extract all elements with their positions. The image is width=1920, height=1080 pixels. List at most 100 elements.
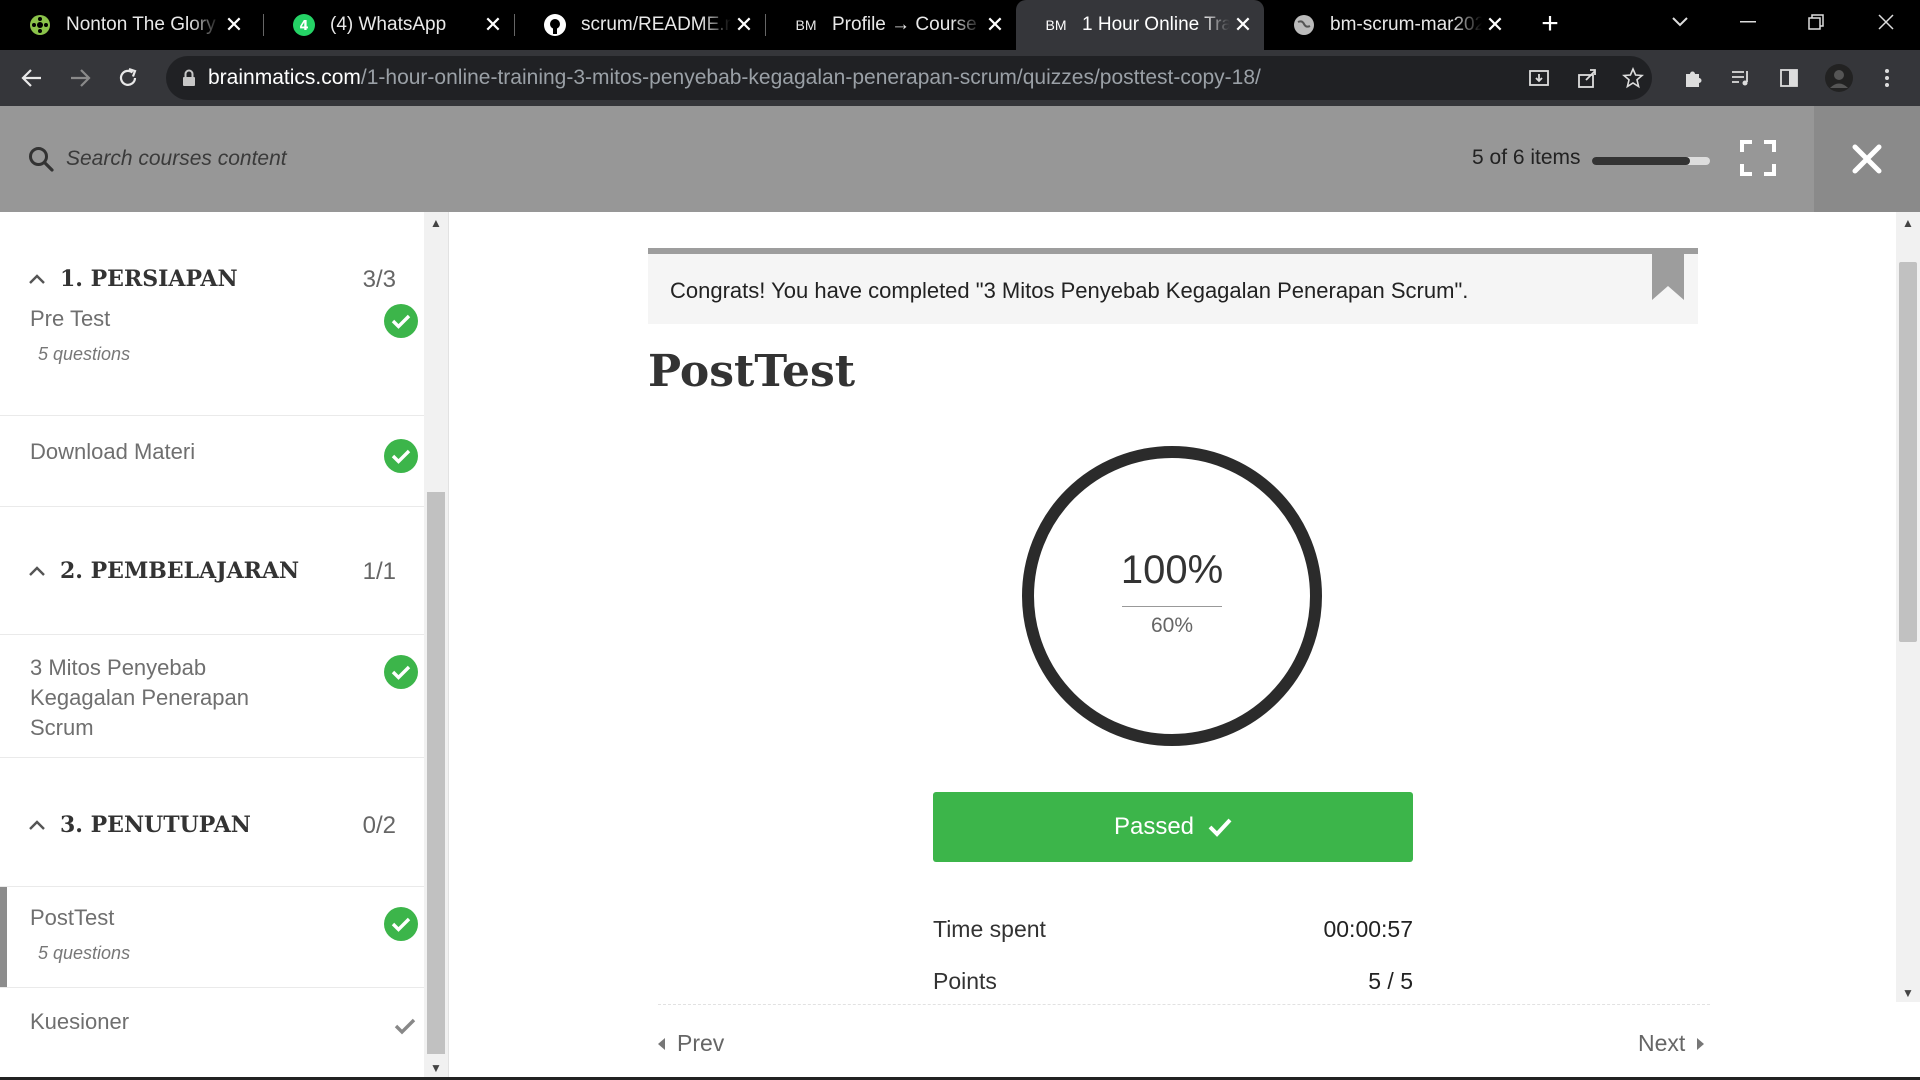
scroll-up-arrow[interactable]: ▲ bbox=[424, 216, 448, 230]
svg-text:4: 4 bbox=[299, 19, 308, 34]
congrats-message: Congrats! You have completed "3 Mitos Pe… bbox=[670, 278, 1469, 303]
stat-value: 5 / 5 bbox=[1368, 968, 1413, 994]
sidebar-scrollbar[interactable]: ▲ ▼ bbox=[424, 212, 448, 1077]
tab-title: Profile → Course - Brainmatics bbox=[832, 14, 982, 35]
bookmark-icon[interactable] bbox=[1652, 254, 1684, 305]
close-icon[interactable]: ✕ bbox=[982, 12, 1008, 38]
viewed-check-icon bbox=[394, 1017, 416, 1040]
window-close-button[interactable] bbox=[1856, 0, 1916, 44]
new-tab-button[interactable]: + bbox=[1534, 8, 1566, 42]
tab-title: Nonton The Glory Season 1 bbox=[66, 14, 221, 35]
lesson-item[interactable]: 3 Mitos Penyebab Kegagalan Penerapan Scr… bbox=[0, 634, 424, 758]
close-icon[interactable]: ✕ bbox=[731, 12, 757, 38]
lesson-item[interactable]: Kuesioner bbox=[0, 989, 424, 1077]
stat-points: Points 5 / 5 bbox=[933, 968, 1413, 1002]
completed-check-icon bbox=[384, 439, 418, 473]
browser-menu-icon[interactable] bbox=[1870, 61, 1904, 95]
bm-icon: BM bbox=[795, 17, 817, 33]
chevron-up-icon bbox=[28, 564, 46, 582]
lesson-item[interactable]: Pre Test 5 questions bbox=[0, 304, 424, 416]
browser-tab[interactable]: bm-scrum-mar2023 ✕ bbox=[1264, 0, 1516, 50]
stat-time-spent: Time spent 00:00:57 bbox=[933, 916, 1413, 950]
score-divider bbox=[1122, 606, 1222, 607]
lesson-title: Pre Test bbox=[30, 306, 111, 331]
close-icon[interactable]: ✕ bbox=[480, 12, 506, 38]
content-scrollbar[interactable]: ▲ ▼ bbox=[1896, 212, 1920, 1002]
browser-tab[interactable]: BM Profile → Course - Brainmatics ✕ bbox=[766, 0, 1016, 50]
footer-divider bbox=[658, 1004, 1710, 1005]
completed-check-icon bbox=[384, 304, 418, 338]
scroll-up-arrow[interactable]: ▲ bbox=[1896, 216, 1920, 230]
restore-button[interactable] bbox=[1786, 0, 1846, 44]
media-control-icon[interactable] bbox=[1724, 61, 1758, 95]
scrollbar-thumb[interactable] bbox=[427, 492, 445, 1054]
lesson-item[interactable]: Download Materi bbox=[0, 417, 424, 507]
caret-right-icon bbox=[1697, 1037, 1705, 1050]
minimize-button[interactable] bbox=[1718, 0, 1778, 44]
forward-button[interactable] bbox=[62, 60, 98, 96]
lesson-title: 3 Mitos Penyebab Kegagalan Penerapan Scr… bbox=[30, 655, 249, 740]
next-label: Next bbox=[1638, 1030, 1686, 1056]
passed-status-button: Passed bbox=[933, 792, 1413, 862]
url-path: /1-hour-online-training-3-mitos-penyebab… bbox=[360, 66, 1261, 89]
stat-value: 00:00:57 bbox=[1323, 916, 1413, 942]
extensions-icon[interactable] bbox=[1676, 61, 1710, 95]
scroll-down-arrow[interactable]: ▼ bbox=[424, 1061, 448, 1075]
bookmark-star-icon[interactable] bbox=[1616, 61, 1650, 95]
passing-grade: 60% bbox=[1150, 614, 1194, 637]
lock-icon bbox=[182, 69, 196, 87]
caret-left-icon bbox=[658, 1037, 665, 1050]
checkmark-icon bbox=[1208, 817, 1232, 837]
section-count: 1/1 bbox=[362, 558, 396, 585]
browser-tab-strip: Nonton The Glory Season 1 ✕ 4 (4) WhatsA… bbox=[0, 0, 1920, 50]
close-icon[interactable]: ✕ bbox=[1482, 12, 1508, 38]
score-percent: 100% bbox=[1120, 548, 1224, 592]
browser-tab[interactable]: scrum/README.md ✕ bbox=[515, 0, 765, 50]
search-input[interactable] bbox=[66, 140, 566, 178]
fullscreen-button[interactable] bbox=[1740, 140, 1784, 184]
section-title: 1. PERSIAPAN bbox=[60, 266, 238, 292]
section-title: 3. PENUTUPAN bbox=[60, 812, 251, 838]
prev-button[interactable]: Prev bbox=[658, 1030, 724, 1057]
close-icon[interactable]: ✕ bbox=[1230, 12, 1256, 38]
side-panel-icon[interactable] bbox=[1772, 61, 1806, 95]
chevron-up-icon bbox=[28, 818, 46, 836]
scroll-down-arrow[interactable]: ▼ bbox=[1896, 986, 1920, 1000]
scrollbar-thumb[interactable] bbox=[1899, 262, 1917, 642]
browser-tab-active[interactable]: BM 1 Hour Online Training ✕ bbox=[1016, 0, 1264, 50]
close-icon[interactable]: ✕ bbox=[221, 12, 247, 38]
search-icon bbox=[28, 146, 54, 177]
tab-search-icon[interactable] bbox=[1650, 0, 1710, 44]
result-label: Passed bbox=[1113, 813, 1195, 840]
lesson-item-current[interactable]: PostTest 5 questions bbox=[0, 886, 424, 988]
browser-tab[interactable]: 4 (4) WhatsApp ✕ bbox=[264, 0, 514, 50]
tab-title: scrum/README.md bbox=[581, 14, 731, 35]
section-count: 0/2 bbox=[362, 812, 396, 839]
tab-title: (4) WhatsApp bbox=[330, 14, 447, 35]
profile-avatar[interactable] bbox=[1822, 61, 1856, 95]
install-app-icon[interactable] bbox=[1522, 61, 1556, 95]
section-title: 2. PEMBELAJARAN bbox=[60, 558, 300, 584]
whatsapp-icon: 4 bbox=[292, 13, 316, 37]
section-header[interactable]: 2. PEMBELAJARAN 1/1 bbox=[0, 542, 424, 612]
share-icon[interactable] bbox=[1570, 61, 1604, 95]
section-count: 3/3 bbox=[362, 266, 396, 293]
items-progress-text: 5 of 6 items bbox=[1472, 146, 1581, 169]
address-bar[interactable]: brainmatics.com/1-hour-online-training-3… bbox=[166, 56, 1652, 100]
globe-icon bbox=[1292, 13, 1316, 37]
film-reel-icon bbox=[28, 13, 52, 37]
github-icon bbox=[543, 13, 567, 37]
reload-button[interactable] bbox=[110, 60, 146, 96]
close-course-button[interactable] bbox=[1814, 106, 1920, 212]
next-button[interactable]: Next bbox=[1638, 1030, 1705, 1057]
items-progress-fill bbox=[1592, 157, 1690, 165]
completed-check-icon bbox=[384, 655, 418, 689]
quiz-title: PostTest bbox=[648, 346, 856, 397]
lesson-subtitle: 5 questions bbox=[38, 943, 131, 963]
completion-notice: Congrats! You have completed "3 Mitos Pe… bbox=[648, 248, 1698, 324]
browser-tab[interactable]: Nonton The Glory Season 1 ✕ bbox=[0, 0, 255, 50]
section-header[interactable]: 3. PENUTUPAN 0/2 bbox=[0, 796, 424, 866]
sidebar-divider bbox=[448, 212, 449, 1077]
curriculum-sidebar: 1. PERSIAPAN 3/3 Pre Test 5 questions Do… bbox=[0, 212, 424, 1077]
back-button[interactable] bbox=[14, 60, 50, 96]
